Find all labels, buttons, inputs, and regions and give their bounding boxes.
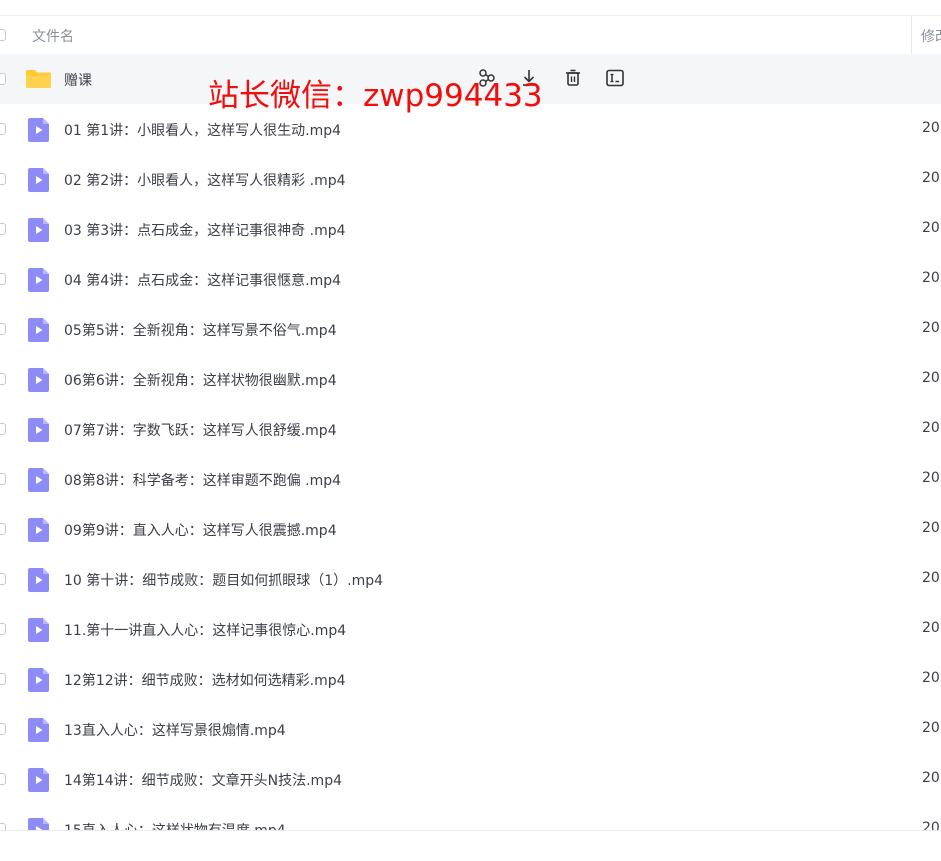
file-modified-date: 20: [922, 320, 940, 336]
file-modified-date: 20: [922, 470, 940, 486]
file-modified-date: 20: [922, 270, 940, 286]
watermark-text: 站长微信：zwp994433: [208, 78, 543, 114]
row-checkbox[interactable]: [0, 423, 6, 435]
file-row[interactable]: 12第12讲：细节成败：选材如何选精彩.mp4 20: [0, 654, 941, 704]
file-name[interactable]: 06第6讲：全新视角：这样状物很幽默.mp4: [64, 370, 337, 390]
file-row[interactable]: 08第8讲：科学备考：这样审题不跑偏 .mp4 20: [0, 454, 941, 504]
row-checkbox[interactable]: [0, 473, 6, 485]
file-row[interactable]: 02 第2讲：小眼看人，这样写人很精彩 .mp4 20: [0, 154, 941, 204]
file-list-panel: 文件名 修改 赠课: [0, 0, 941, 861]
file-row[interactable]: 04 第4讲：点石成金：这样记事很惬意.mp4 20: [0, 254, 941, 304]
file-row[interactable]: 07第7讲：字数飞跃：这样写人很舒缓.mp4 20: [0, 404, 941, 454]
row-checkbox[interactable]: [0, 373, 6, 385]
file-modified-date: 20: [922, 420, 940, 436]
file-modified-date: 20: [922, 220, 940, 236]
file-modified-date: 20: [922, 820, 940, 830]
row-checkbox[interactable]: [0, 273, 6, 285]
folder-name[interactable]: 赠课: [64, 70, 92, 90]
video-file-icon: [28, 118, 49, 142]
file-modified-date: 20: [922, 770, 940, 786]
row-checkbox[interactable]: [0, 73, 6, 85]
file-modified-date: 20: [922, 120, 940, 136]
video-file-icon: [28, 268, 49, 292]
row-checkbox[interactable]: [0, 523, 6, 535]
file-modified-date: 20: [922, 720, 940, 736]
video-file-icon: [28, 718, 49, 742]
row-checkbox[interactable]: [0, 723, 6, 735]
file-name[interactable]: 04 第4讲：点石成金：这样记事很惬意.mp4: [64, 270, 341, 290]
video-file-icon: [28, 418, 49, 442]
file-name[interactable]: 10 第十讲：细节成败：题目如何抓眼球（1）.mp4: [64, 570, 383, 590]
row-checkbox[interactable]: [0, 823, 6, 830]
video-file-icon: [28, 168, 49, 192]
video-file-icon: [28, 768, 49, 792]
file-name[interactable]: 12第12讲：细节成败：选材如何选精彩.mp4: [64, 670, 346, 690]
row-checkbox[interactable]: [0, 223, 6, 235]
folder-icon: [26, 70, 51, 88]
column-divider[interactable]: [911, 16, 912, 54]
file-modified-date: 20: [922, 670, 940, 686]
file-name[interactable]: 09第9讲：直入人心：这样写人很震撼.mp4: [64, 520, 337, 540]
column-header-modified[interactable]: 修改: [921, 26, 941, 46]
file-name[interactable]: 14第14讲：细节成败：文章开头N技法.mp4: [64, 770, 342, 790]
file-row[interactable]: 09第9讲：直入人心：这样写人很震撼.mp4 20: [0, 504, 941, 554]
file-name[interactable]: 05第5讲：全新视角：这样写景不俗气.mp4: [64, 320, 337, 340]
rename-icon[interactable]: [604, 67, 626, 89]
file-row[interactable]: 10 第十讲：细节成败：题目如何抓眼球（1）.mp4 20: [0, 554, 941, 604]
video-file-icon: [28, 218, 49, 242]
video-file-icon: [28, 368, 49, 392]
column-header-name[interactable]: 文件名: [32, 26, 74, 46]
file-row[interactable]: 13直入人心：这样写景很煽情.mp4 20: [0, 704, 941, 754]
file-modified-date: 20: [922, 520, 940, 536]
row-checkbox[interactable]: [0, 123, 6, 135]
file-name[interactable]: 03 第3讲：点石成金，这样记事很神奇 .mp4: [64, 220, 346, 240]
file-name[interactable]: 07第7讲：字数飞跃：这样写人很舒缓.mp4: [64, 420, 337, 440]
row-checkbox[interactable]: [0, 323, 6, 335]
file-name[interactable]: 11.第十一讲直入人心：这样记事很惊心.mp4: [64, 620, 346, 640]
file-row[interactable]: 03 第3讲：点石成金，这样记事很神奇 .mp4 20: [0, 204, 941, 254]
file-row[interactable]: 05第5讲：全新视角：这样写景不俗气.mp4 20: [0, 304, 941, 354]
video-file-icon: [28, 468, 49, 492]
list-header: 文件名 修改: [0, 16, 941, 54]
video-file-icon: [28, 518, 49, 542]
file-modified-date: 20: [922, 370, 940, 386]
file-modified-date: 20: [922, 170, 940, 186]
row-checkbox[interactable]: [0, 173, 6, 185]
file-row[interactable]: 11.第十一讲直入人心：这样记事很惊心.mp4 20: [0, 604, 941, 654]
file-name[interactable]: 08第8讲：科学备考：这样审题不跑偏 .mp4: [64, 470, 341, 490]
file-row[interactable]: 06第6讲：全新视角：这样状物很幽默.mp4 20: [0, 354, 941, 404]
file-row[interactable]: 15直入人心：这样状物有温度.mp4 20: [0, 804, 941, 830]
video-file-icon: [28, 668, 49, 692]
divider: [0, 830, 941, 831]
video-file-icon: [28, 568, 49, 592]
file-modified-date: 20: [922, 620, 940, 636]
file-name[interactable]: 02 第2讲：小眼看人，这样写人很精彩 .mp4: [64, 170, 346, 190]
select-all-checkbox[interactable]: [0, 29, 6, 41]
video-file-icon: [28, 318, 49, 342]
file-modified-date: 20: [922, 570, 940, 586]
row-checkbox[interactable]: [0, 773, 6, 785]
file-name[interactable]: 13直入人心：这样写景很煽情.mp4: [64, 720, 286, 740]
row-checkbox[interactable]: [0, 573, 6, 585]
video-file-icon: [28, 818, 49, 830]
delete-icon[interactable]: [562, 67, 584, 89]
row-checkbox[interactable]: [0, 673, 6, 685]
file-name[interactable]: 01 第1讲：小眼看人，这样写人很生动.mp4: [64, 120, 341, 140]
row-checkbox[interactable]: [0, 623, 6, 635]
file-name[interactable]: 15直入人心：这样状物有温度.mp4: [64, 820, 286, 830]
video-file-icon: [28, 618, 49, 642]
file-row[interactable]: 14第14讲：细节成败：文章开头N技法.mp4 20: [0, 754, 941, 804]
